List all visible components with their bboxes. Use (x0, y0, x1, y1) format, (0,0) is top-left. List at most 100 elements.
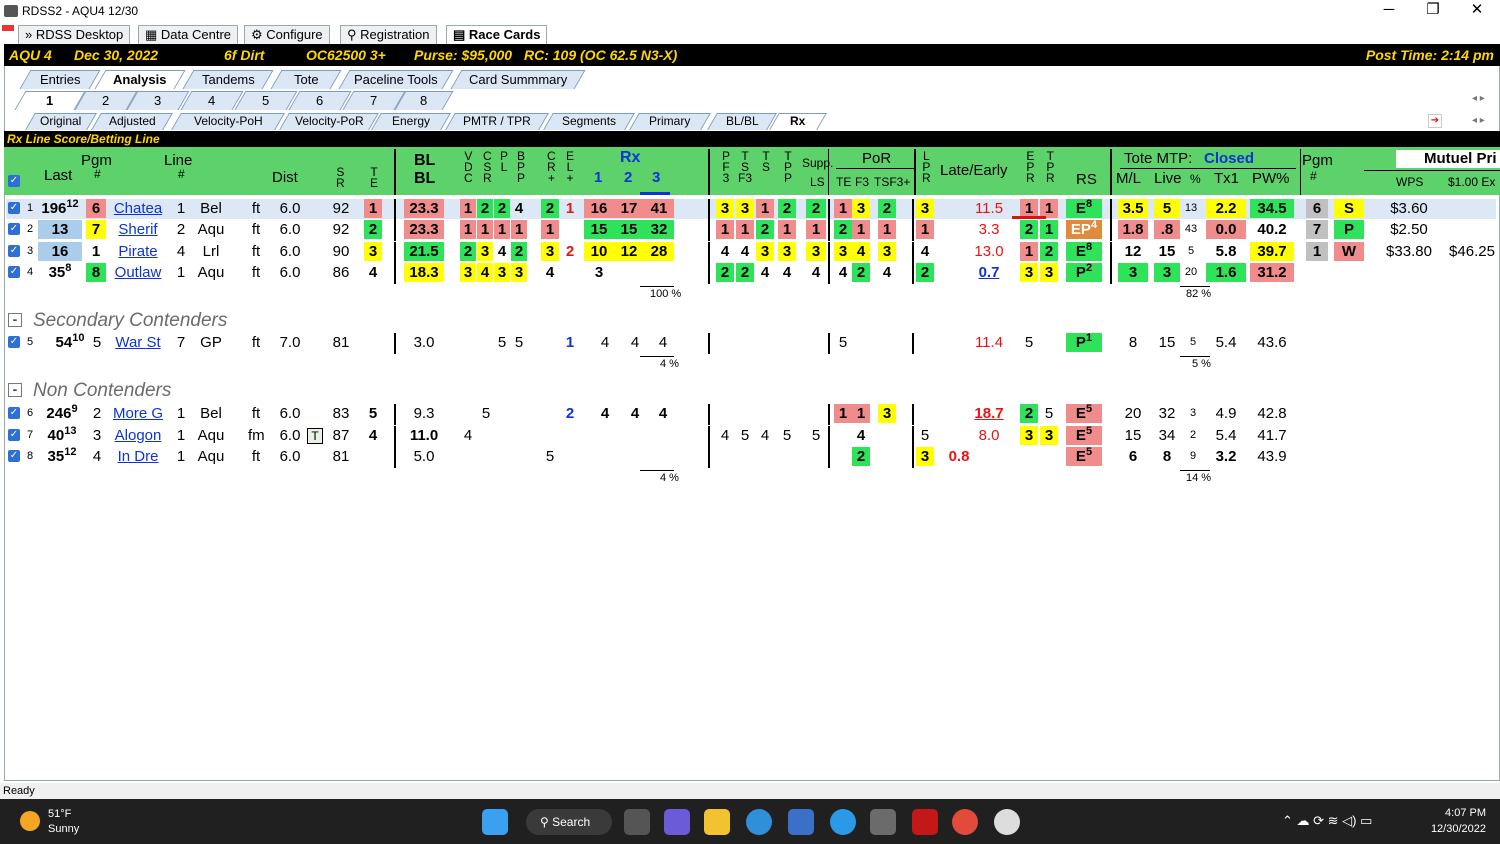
bl-value: 9.3 (413, 405, 435, 422)
store-icon[interactable] (788, 809, 814, 835)
epr: 5 (1024, 334, 1034, 351)
subtab-rx[interactable]: Rx (769, 113, 827, 130)
tab-race-cards[interactable]: ▤ Race Cards (446, 25, 548, 44)
horse-name-link[interactable]: In Dre (110, 447, 166, 466)
chat-icon[interactable] (664, 809, 690, 835)
row-checkbox[interactable]: ✓ (8, 450, 20, 462)
subtab-pmtr-tpr[interactable]: PMTR / TPR (445, 113, 549, 130)
tab-scroll-arrows[interactable]: ◂ ▸ (1472, 93, 1485, 104)
subtab-scroll-arrows[interactable]: ◂ ▸ (1472, 115, 1485, 126)
collapse-non-button[interactable]: - (8, 382, 22, 397)
tab-analysis[interactable]: Analysis (94, 70, 186, 89)
horse-name-link[interactable]: Pirate (110, 242, 166, 261)
arrow-icon (2, 25, 14, 31)
por-te: 1 (834, 404, 852, 423)
mcafee-icon[interactable] (912, 809, 938, 835)
tab-paceline-tools[interactable]: Paceline Tools (338, 70, 454, 89)
line-number: 4 (176, 243, 186, 260)
column-divider (912, 426, 914, 447)
tsf3: 2 (736, 263, 754, 282)
taskbar: 51°F Sunny ⚲ Search ⌃ ☁ ⟳ ≋ ◁) ▭ 4:07 PM… (0, 799, 1500, 844)
late-early[interactable]: 0.7 (966, 263, 1012, 282)
exacta-payout (1444, 199, 1500, 218)
maximize-button[interactable]: ❐ (1412, 0, 1454, 22)
bl-value: 3.0 (413, 334, 435, 351)
column-divider (394, 404, 396, 425)
subtab-primary[interactable]: Primary (629, 113, 711, 130)
tab-rdss-desktop[interactable]: » RDSS Desktop (18, 25, 131, 44)
tab-card-summary[interactable]: Card Summmary (450, 70, 586, 89)
hdr-rx: Rx (620, 149, 641, 166)
export-icon[interactable]: ➔ (1428, 114, 1442, 128)
tray-icons[interactable]: ⌃ ☁ ⟳ ≋ ◁) ▭ (1282, 813, 1372, 829)
pl: 2 (494, 199, 510, 218)
search-button[interactable]: ⚲ Search (526, 809, 612, 835)
tpr: 5 (1044, 405, 1054, 422)
last-race-days: 5410 (55, 332, 85, 352)
row-checkbox[interactable]: ✓ (8, 407, 20, 419)
row-checkbox[interactable]: ✓ (8, 336, 20, 348)
row-checkbox[interactable]: ✓ (8, 266, 20, 278)
vdc: 4 (463, 427, 473, 444)
help-icon[interactable] (830, 809, 856, 835)
tpp: 3 (778, 242, 796, 261)
subtab-velocity-por[interactable]: Velocity-PoR (279, 113, 379, 130)
row-checkbox[interactable]: ✓ (8, 245, 20, 257)
live-odds: 34 (1158, 427, 1176, 444)
subtab-segments[interactable]: Segments (543, 113, 635, 130)
section-secondary: Secondary Contenders (33, 310, 228, 331)
column-divider (912, 242, 914, 263)
select-all-checkbox[interactable]: ✓ (8, 175, 20, 187)
tab-race-6[interactable]: 6 (288, 91, 352, 110)
horse-name-link[interactable]: Sherif (110, 220, 166, 239)
subtab-energy[interactable]: Energy (371, 113, 451, 130)
tab-tandems[interactable]: Tandems (182, 70, 274, 89)
tab-configure[interactable]: ⚙ Configure (244, 25, 330, 44)
horse-name-link[interactable]: War St (110, 333, 166, 352)
rdss-app-icon[interactable] (870, 809, 896, 835)
tab-data-centre[interactable]: ▦ Data Centre (138, 25, 238, 44)
tpp: 4 (782, 264, 792, 281)
start-icon[interactable] (482, 809, 508, 835)
row-checkbox[interactable]: ✓ (8, 429, 20, 441)
row-number: 2 (27, 223, 34, 235)
por-tsf3: 1 (878, 220, 896, 239)
chrome-icon[interactable] (952, 809, 978, 835)
minimize-button[interactable]: ─ (1368, 0, 1410, 22)
morning-line: 20 (1124, 405, 1142, 422)
horse-name-link[interactable]: Outlaw (110, 263, 166, 282)
app-icon-white[interactable] (994, 809, 1020, 835)
tab-race-4[interactable]: 4 (180, 91, 244, 110)
surface: ft (251, 405, 261, 422)
subtab-adjusted[interactable]: Adjusted (91, 113, 173, 130)
app-icon (4, 5, 18, 17)
horse-name-link[interactable]: Alogon (110, 426, 166, 445)
file-explorer-icon[interactable] (704, 809, 730, 835)
row-checkbox[interactable]: ✓ (8, 202, 20, 214)
wps-code: P (1334, 220, 1364, 239)
te-rank: 5 (368, 405, 378, 422)
subtab-bl-bl[interactable]: BL/BL (707, 113, 777, 130)
rx-2: 17 (614, 199, 644, 218)
tab-entries[interactable]: Entries (19, 70, 101, 89)
program-number: 1 (91, 243, 101, 260)
surface: ft (251, 264, 261, 281)
horse-name-link[interactable]: More G (110, 404, 166, 423)
close-button[interactable]: ✕ (1456, 0, 1498, 22)
tab-tote[interactable]: Tote (270, 70, 342, 89)
ls: 4 (811, 264, 821, 281)
rx-1: 4 (600, 405, 610, 422)
subtab-original[interactable]: Original (25, 113, 97, 130)
track: Aqu (197, 448, 225, 465)
subtab-velocity-poh[interactable]: Velocity-PoH (171, 113, 285, 130)
line-number: 1 (176, 448, 186, 465)
task-view-icon[interactable] (624, 809, 650, 835)
tab-race-3[interactable]: 3 (126, 91, 190, 110)
collapse-secondary-button[interactable]: - (8, 312, 22, 327)
horse-name-link[interactable]: Chatea (110, 199, 166, 218)
row-checkbox[interactable]: ✓ (8, 223, 20, 235)
tab-registration[interactable]: ⚲ Registration (340, 25, 437, 44)
non-percent: 4 % (660, 472, 679, 484)
tab-race-5[interactable]: 5 (234, 91, 298, 110)
edge-icon[interactable] (746, 809, 772, 835)
